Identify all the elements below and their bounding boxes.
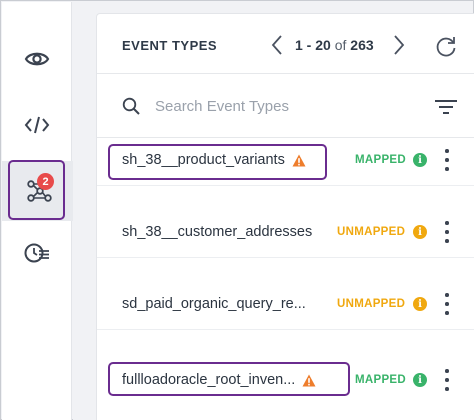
pagination-current-range: 1 - 20 [295,37,331,53]
info-icon[interactable]: i [413,153,427,167]
event-name: sh_38__customer_addresses [122,224,313,240]
next-page-button[interactable] [389,32,409,58]
event-row[interactable]: sd_paid_organic_query_re... UNMAPPED i [97,258,474,330]
event-row[interactable]: sh_38__customer_addresses UNMAPPED i [97,186,474,258]
event-row[interactable]: sh_38__product_variants MAPPED i [97,138,474,186]
panel-header: EVENT TYPES 1 - 20 of 263 [97,14,474,74]
refresh-icon [436,37,456,57]
event-name: sh_38__product_variants [122,152,285,168]
row-menu-button[interactable] [442,221,452,243]
info-icon[interactable]: i [413,297,427,311]
rail-item-history[interactable] [2,223,72,283]
row-menu-button[interactable] [442,369,452,391]
warning-icon [302,374,316,386]
search-bar [97,74,474,138]
status-badge: MAPPED [355,154,407,166]
pagination-range: 1 - 20 of 263 [295,37,374,53]
event-name-wrap: sh_38__product_variants [122,150,306,170]
event-row[interactable]: fullloadoracle_root_inven... MAPPED i [97,330,474,420]
status-badge: MAPPED [355,374,407,386]
status-badge: UNMAPPED [337,298,406,310]
info-icon[interactable]: i [413,373,427,387]
warning-icon [292,154,306,166]
filter-icon[interactable] [435,99,457,115]
notification-badge: 2 [37,173,54,190]
info-icon[interactable]: i [413,225,427,239]
search-input[interactable] [155,94,395,118]
rail-item-code[interactable] [2,95,72,155]
panel-title: EVENT TYPES [122,38,218,53]
event-name-wrap: fullloadoracle_root_inven... [122,370,316,390]
gutter [73,2,96,420]
event-name-wrap: sd_paid_organic_query_re... [122,294,306,314]
event-name: sd_paid_organic_query_re... [122,296,306,312]
app-frame: 2 EVENT TYPES 1 - 20 of 263 Search Event… [0,0,474,420]
rail-item-overview[interactable] [2,29,72,89]
status-badge: UNMAPPED [337,226,406,238]
event-name-wrap: sh_38__customer_addresses [122,222,312,242]
pagination-of-label: of [334,37,347,53]
row-menu-button[interactable] [442,293,452,315]
previous-page-button[interactable] [267,32,287,58]
event-types-panel: EVENT TYPES 1 - 20 of 263 Search Event T… [96,13,474,420]
rail-item-mappings[interactable]: 2 [2,161,76,221]
chevron-left-icon [271,35,282,55]
pagination-total: 263 [350,37,374,53]
left-nav-rail: 2 [2,2,76,420]
refresh-button[interactable] [433,33,459,59]
row-menu-button[interactable] [442,149,452,171]
search-icon [122,97,140,115]
event-name: fullloadoracle_root_inven... [122,372,296,388]
history-list-icon [24,243,49,263]
code-icon [24,116,50,134]
eye-icon [24,52,50,66]
chevron-right-icon [394,35,405,55]
